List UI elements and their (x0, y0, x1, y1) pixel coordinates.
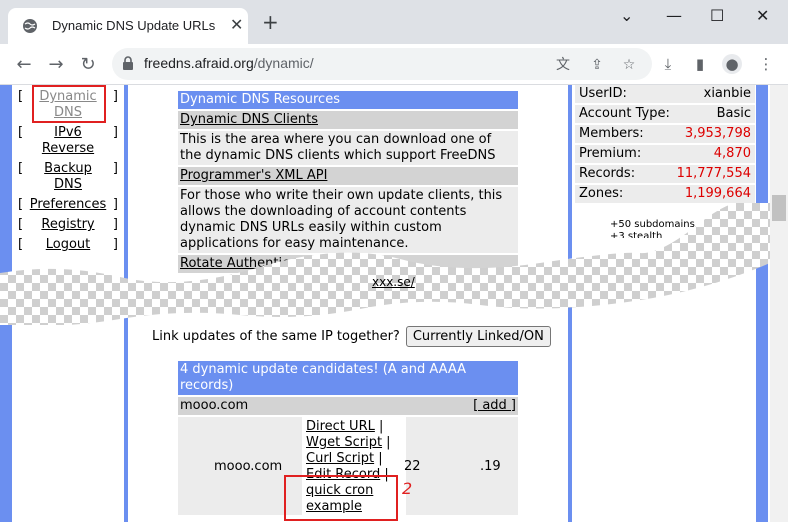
menu-line: Backup (44, 161, 92, 176)
close-tab-icon[interactable]: ✕ (230, 16, 243, 34)
bracket-right: ] (112, 125, 118, 140)
stat-row: Records: 11,777,554 (575, 165, 755, 183)
bracket-right: ] (112, 89, 118, 104)
linked-toggle-button[interactable]: Currently Linked/ON (405, 326, 551, 347)
domain-row: mooo.com [ add ] (178, 397, 518, 415)
bookmark-star-icon[interactable]: ☆ (620, 56, 638, 74)
menu-line: DNS (54, 177, 82, 192)
side-panel-icon[interactable]: ▮ (690, 54, 710, 74)
stat-label: Members: (579, 126, 644, 141)
url-text: freedns.afraid.org/dynamic/ (144, 55, 314, 71)
page-viewport: [ Dynamic DNS ] [ IPv6 Reverse ] [ Backu… (0, 85, 788, 522)
stat-label: UserID: (579, 86, 627, 101)
tab-strip: Dynamic DNS Update URLs ✕ + ⌄ — ☐ ✕ (0, 0, 788, 44)
clients-text: This is the area where you can download … (178, 131, 518, 165)
stat-value: Basic (716, 106, 751, 121)
url-path: /dynamic/ (253, 55, 314, 71)
download-icon[interactable]: ⤓ (658, 54, 678, 74)
curl-script-link[interactable]: Curl Script (306, 451, 374, 466)
stat-row: Members: 3,953,798 (575, 125, 755, 143)
tab-search-chevron-icon[interactable]: ⌄ (620, 6, 633, 26)
torn-edge-break (0, 203, 770, 325)
close-window-icon[interactable]: ✕ (756, 6, 769, 26)
menu-line: Reverse (41, 141, 95, 156)
ip-fragment-b: .19 (480, 459, 501, 474)
highlight-box-1 (32, 85, 106, 123)
domain-name: mooo.com (180, 398, 249, 413)
bracket-left: [ (18, 161, 24, 176)
resources-header: Dynamic DNS Resources (178, 91, 518, 109)
add-link[interactable]: [ add ] (473, 397, 516, 415)
back-icon[interactable]: ← (12, 52, 36, 76)
browser-toolbar: ← → ↻ freedns.afraid.org/dynamic/ 文 ⇪ ☆ … (0, 44, 788, 85)
maximize-icon[interactable]: ☐ (710, 6, 724, 26)
stat-value: 1,199,664 (684, 186, 751, 201)
stat-label: Account Type: (579, 106, 670, 121)
stat-value: xianbie (703, 86, 751, 101)
scrollbar-thumb[interactable] (772, 195, 786, 221)
wget-script-link[interactable]: Wget Script (306, 435, 382, 450)
share-icon[interactable]: ⇪ (588, 56, 606, 74)
link-updates-prompt: Link updates of the same IP together? (152, 329, 400, 344)
stat-label: Records: (579, 166, 636, 181)
globe-icon (23, 19, 37, 33)
truncated-link[interactable]: xxx.se/ (372, 275, 415, 289)
candidates-header: 4 dynamic update candidates! (A and AAAA… (178, 361, 518, 395)
bracket-left: [ (18, 89, 24, 104)
stat-value: 4,870 (713, 146, 751, 161)
ip-fragment-a: 22 (404, 459, 421, 474)
more-menu-icon[interactable]: ⋮ (756, 54, 776, 74)
stat-label: Zones: (579, 186, 624, 201)
highlight-box-2 (284, 475, 398, 521)
direct-url-link[interactable]: Direct URL (306, 419, 375, 434)
annotation-number-2: 2 (402, 479, 413, 498)
stat-label: Premium: (579, 146, 642, 161)
account-stats: UserID: xianbie Account Type: Basic Member… (575, 85, 755, 205)
menu-label: IPv6 Reverse (14, 125, 122, 157)
new-tab-icon[interactable]: + (262, 12, 279, 32)
stat-value: 11,777,554 (676, 166, 751, 181)
lock-icon (123, 56, 133, 70)
stat-row: Account Type: Basic (575, 105, 755, 123)
translate-icon[interactable]: 文 (554, 56, 572, 74)
menu-line: IPv6 (54, 125, 82, 140)
bracket-left: [ (18, 125, 24, 140)
address-bar[interactable]: freedns.afraid.org/dynamic/ 文 ⇪ ☆ (112, 48, 652, 80)
menu-label: Backup DNS (14, 161, 122, 193)
bracket-right: ] (112, 161, 118, 176)
stat-value: 3,953,798 (684, 126, 751, 141)
host-name: mooo.com (214, 459, 283, 474)
stat-row: Premium: 4,870 (575, 145, 755, 163)
reload-icon[interactable]: ↻ (76, 52, 100, 76)
clients-link[interactable]: Dynamic DNS Clients (178, 111, 518, 129)
stat-row: Zones: 1,199,664 (575, 185, 755, 203)
stat-row: UserID: xianbie (575, 85, 755, 103)
forward-icon[interactable]: → (44, 52, 68, 76)
menu-ipv6-reverse[interactable]: [ IPv6 Reverse ] (14, 125, 122, 157)
tab-title: Dynamic DNS Update URLs (52, 18, 216, 33)
scrollbar-track[interactable] (770, 85, 788, 522)
profile-avatar-icon[interactable]: ● (722, 54, 742, 74)
browser-tab[interactable]: Dynamic DNS Update URLs ✕ (8, 8, 248, 44)
link-updates-row: Link updates of the same IP together? Cu… (152, 326, 551, 347)
menu-backup-dns[interactable]: [ Backup DNS ] (14, 161, 122, 193)
minimize-icon[interactable]: — (666, 6, 682, 26)
xml-api-link[interactable]: Programmer's XML API (178, 167, 518, 185)
url-host: freedns.afraid.org (144, 55, 254, 71)
